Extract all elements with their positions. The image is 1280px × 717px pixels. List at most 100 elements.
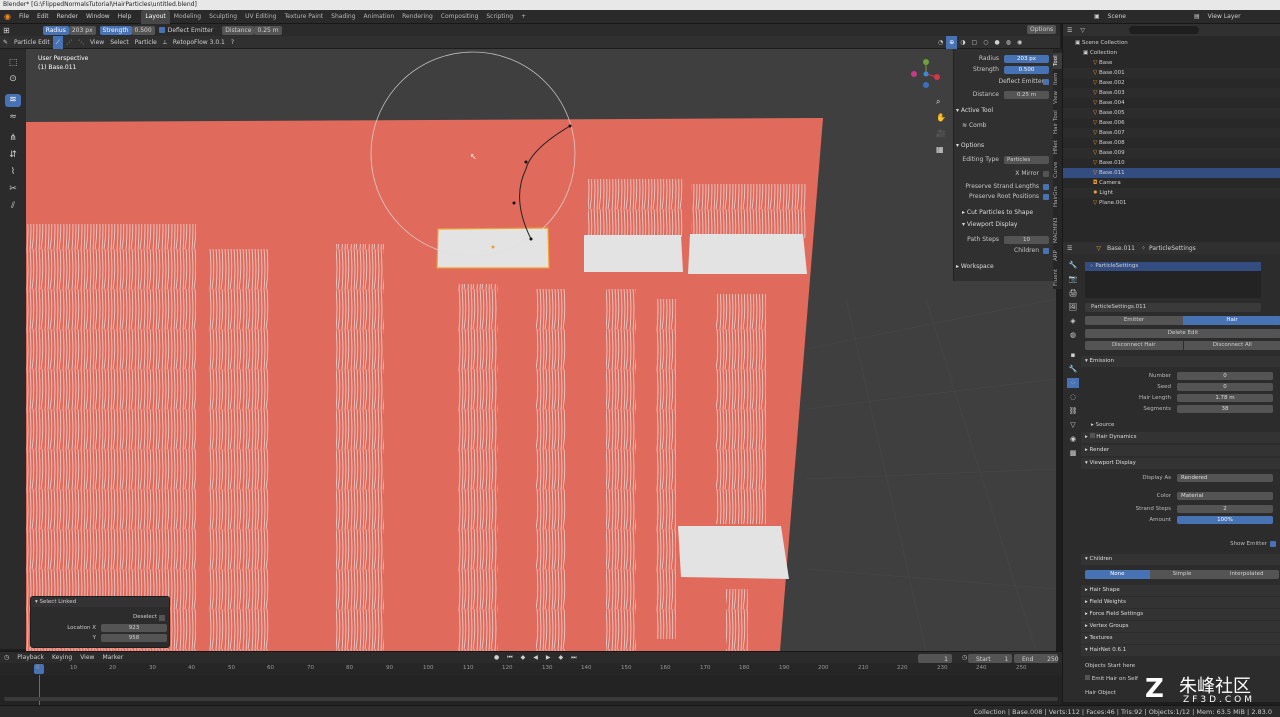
timeline-editor-icon[interactable]: ◷	[0, 652, 13, 664]
emitter-button[interactable]: Emitter	[1085, 316, 1183, 325]
tab-shading[interactable]: Shading	[327, 10, 359, 24]
ntab-view[interactable]: View	[1053, 89, 1062, 105]
select-box-tool-icon[interactable]: ⬚	[5, 57, 21, 70]
timeline-view-menu[interactable]: View	[76, 652, 98, 664]
tab-layout[interactable]: Layout	[141, 9, 170, 24]
timeline-ruler[interactable]: 0 10 20 30 40 50 60 70 80 90 100 110 120…	[0, 663, 1062, 675]
menu-view[interactable]: View	[87, 36, 107, 49]
outliner-collection[interactable]: ▣ Collection	[1063, 48, 1280, 58]
ntab-machin3[interactable]: MACHIN3	[1053, 215, 1062, 245]
cut-tool-icon[interactable]: ✂	[5, 183, 21, 196]
outliner-scene-collection[interactable]: ▣ Scene Collection	[1063, 38, 1280, 48]
texture-props-icon[interactable]: ▩	[1067, 448, 1079, 458]
tab-rendering[interactable]: Rendering	[398, 10, 437, 24]
np-editing-type-dropdown[interactable]: Particles	[1004, 156, 1049, 164]
tab-animation[interactable]: Animation	[360, 10, 399, 24]
np-active-tool-item[interactable]: ≋ Comb	[962, 121, 1062, 131]
display-as-dropdown[interactable]: Rendered	[1177, 474, 1273, 482]
color-dropdown[interactable]: Material	[1177, 492, 1273, 500]
tab-scripting[interactable]: Scripting	[482, 10, 517, 24]
xray-icon[interactable]: ▢	[969, 36, 981, 49]
ortho-grid-icon[interactable]: ▦	[936, 145, 944, 154]
np-distance-field[interactable]: 0.25 m	[1004, 91, 1049, 99]
disconnect-hair-button[interactable]: Disconnect Hair	[1085, 341, 1183, 350]
strand-steps-field[interactable]: 2	[1177, 505, 1273, 513]
np-active-tool-header[interactable]: ▾ Active Tool	[956, 105, 1052, 116]
menu-render[interactable]: Render	[53, 10, 82, 24]
np-workspace-header[interactable]: ▸ Workspace	[956, 261, 1052, 272]
outliner-editor-icon[interactable]: ☰	[1063, 27, 1076, 34]
hair-length-field[interactable]: 1.78 m	[1177, 394, 1273, 402]
properties-editor-icon[interactable]: ☰	[1063, 245, 1076, 252]
view-layer-props-icon[interactable]: 🖼	[1067, 302, 1079, 312]
children-simple-button[interactable]: Simple	[1149, 570, 1215, 579]
end-frame-field[interactable]: End 250	[1014, 654, 1059, 663]
navigation-gizmo[interactable]	[911, 59, 941, 89]
comb-tool-icon[interactable]: ≋	[5, 94, 21, 107]
timeline-body[interactable]	[0, 675, 1062, 705]
timeline-scrollbar[interactable]	[4, 697, 1058, 701]
view-object-types-icon[interactable]: ◔	[935, 36, 946, 49]
np-viewport-display-header[interactable]: ▾ Viewport Display	[962, 219, 1058, 230]
np-preserve-lengths-checkbox[interactable]	[1043, 184, 1049, 190]
particle-props-icon[interactable]: ⁘	[1067, 378, 1079, 388]
pan-hand-icon[interactable]: ✋	[936, 113, 946, 122]
ntab-hnet[interactable]: HNet	[1053, 139, 1062, 155]
np-preserve-roots-checkbox[interactable]	[1043, 194, 1049, 200]
select-mode-tip-icon[interactable]: ⋱	[75, 36, 87, 49]
3d-viewport[interactable]: User Perspective (1) Base.011 ↖ ⌕ ✋ 🎥 ▦	[26, 49, 1056, 651]
source-subpanel[interactable]: ▸ Source	[1091, 420, 1280, 430]
data-props-icon[interactable]: ▽	[1067, 420, 1079, 430]
keying-menu[interactable]: Keying	[48, 652, 76, 664]
hairnet-panel-header[interactable]: ▾ HairNet 0.6.1	[1081, 645, 1280, 656]
hair-dynamics-checkbox[interactable]	[1089, 433, 1095, 438]
ntab-curve[interactable]: Curve	[1053, 161, 1062, 179]
weight-tool-icon[interactable]: ⫽	[5, 200, 21, 213]
tab-modeling[interactable]: Modeling	[170, 10, 205, 24]
np-options-header[interactable]: ▾ Options	[956, 140, 1052, 151]
current-frame-field[interactable]: 1	[918, 654, 952, 663]
number-field[interactable]: 0	[1177, 372, 1273, 380]
overlay-icon[interactable]: ◑	[957, 36, 968, 49]
np-children-checkbox[interactable]	[1043, 248, 1049, 254]
ntab-hair-tool[interactable]: Hair Tool	[1053, 109, 1062, 135]
delete-edit-button[interactable]: Delete Edit	[1085, 329, 1280, 338]
field-weights-panel-header[interactable]: ▸ Field Weights	[1081, 597, 1280, 608]
hair-shape-panel-header[interactable]: ▸ Hair Shape	[1081, 585, 1280, 596]
scene-selector[interactable]: ▣ Scene	[1090, 10, 1130, 24]
deselect-row[interactable]: Deselect	[31, 613, 165, 622]
hair-button[interactable]: Hair	[1183, 316, 1280, 325]
viewport-display-panel-header[interactable]: ▾ Viewport Display	[1081, 458, 1280, 469]
outliner-row-base-008[interactable]: ▽ Base.008	[1063, 138, 1280, 148]
shading-solid-icon[interactable]: ●	[991, 36, 1002, 49]
select-mode-path-icon[interactable]: ⟋	[52, 35, 63, 49]
emission-panel-header[interactable]: ▾ Emission	[1081, 356, 1280, 367]
add-workspace-icon[interactable]: +	[517, 10, 530, 24]
start-frame-field[interactable]: Start 1	[968, 654, 1012, 663]
ntab-item[interactable]: Item	[1053, 71, 1062, 87]
tool-props-icon[interactable]: 🔧	[1067, 260, 1079, 270]
select-linked-header[interactable]: ▾ Select Linked	[31, 597, 169, 607]
outliner-row-plane-001[interactable]: ▽ Plane.001	[1063, 198, 1280, 208]
children-none-button[interactable]: None	[1085, 570, 1150, 579]
tab-uv-editing[interactable]: UV Editing	[241, 10, 280, 24]
emit-hair-checkbox[interactable]	[1085, 675, 1090, 680]
shading-rendered-icon[interactable]: ◉	[1014, 36, 1025, 49]
ntab-fluent[interactable]: Fluent	[1053, 267, 1062, 287]
np-x-mirror-checkbox[interactable]	[1043, 171, 1049, 177]
options-dropdown[interactable]: Options	[1027, 25, 1057, 34]
np-path-steps-field[interactable]: 10	[1004, 236, 1049, 244]
blender-logo-icon[interactable]: ◉	[0, 10, 15, 24]
scene-props-icon[interactable]: ◈	[1067, 316, 1079, 326]
menu-select[interactable]: Select	[107, 36, 132, 49]
gizmo-icon[interactable]: ⊕	[946, 36, 958, 49]
outliner-row-base-009[interactable]: ▽ Base.009	[1063, 148, 1280, 158]
render-panel-header[interactable]: ▸ Render	[1081, 445, 1280, 456]
puff-tool-icon[interactable]: ⌇	[5, 166, 21, 179]
help-icon[interactable]: ?	[228, 36, 237, 49]
outliner-row-base-011[interactable]: ▽ Base.011	[1063, 168, 1280, 178]
particle-system-slot[interactable]: ⁘ ParticleSettings	[1085, 262, 1261, 271]
marker-menu[interactable]: Marker	[98, 652, 127, 664]
retopoflow-menu[interactable]: RetopoFlow 3.0.1	[170, 36, 228, 49]
material-props-icon[interactable]: ◉	[1067, 434, 1079, 444]
